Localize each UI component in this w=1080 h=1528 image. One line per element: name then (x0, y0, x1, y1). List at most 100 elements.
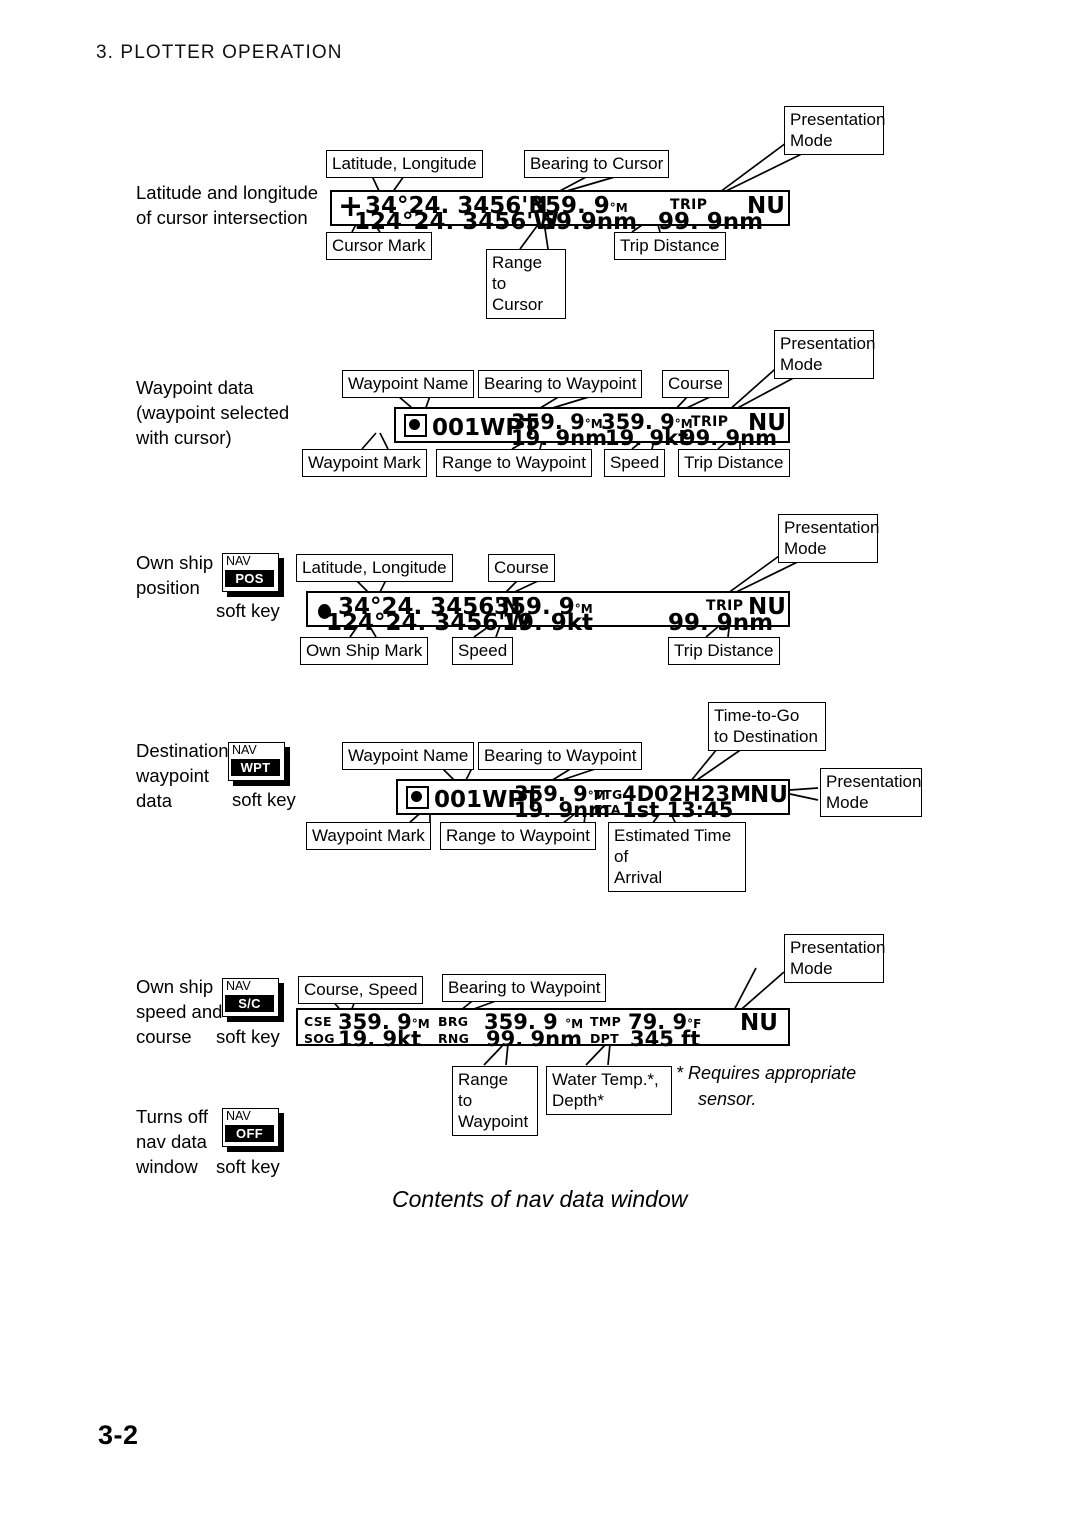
rng-value: 99. 9nm (486, 1027, 582, 1051)
callout-trip-distance-3: Trip Distance (668, 637, 780, 665)
callout-water-temp-depth: Water Temp.*, Depth* (546, 1066, 672, 1115)
callout-presentation-mode-4: Presentation Mode (820, 768, 922, 817)
callout-range-to-waypoint-2: Range to Waypoint (440, 822, 596, 850)
section-label-destination: Destination waypoint data (136, 738, 229, 813)
section-label-destination-line3: data (136, 790, 173, 811)
speed-course-presentation-mode: NU (740, 1010, 778, 1036)
callout-range-to-cursor: Range to Cursor (486, 249, 566, 319)
callout-range-to-waypoint-3-line3: Waypoint (458, 1112, 529, 1131)
manual-page: 3. PLOTTER OPERATION 3-2 Contents of nav… (0, 0, 1080, 1528)
callout-presentation-mode-5-line2: Mode (790, 959, 833, 978)
own-speed: 19. 9kt (502, 610, 594, 636)
callout-bearing-to-waypoint-2: Bearing to Waypoint (478, 742, 643, 770)
callout-range-to-waypoint-3-line1: Range (458, 1070, 509, 1089)
softkey-word-sc: soft key (216, 1026, 280, 1047)
tmp-label: TMP (590, 1014, 622, 1029)
callout-course-speed: Course, Speed (298, 976, 424, 1004)
softkey-nav-pos[interactable]: NAV POS (222, 553, 284, 597)
callout-cursor-mark: Cursor Mark (326, 232, 432, 260)
destination-eta-value: 1st 13:45 (622, 798, 734, 822)
callout-bearing-to-cursor: Bearing to Cursor (524, 150, 670, 178)
nav-data-bar-own-position: 34°24. 3456'N 124°24. 3456'W 359. 9°M 19… (306, 591, 790, 635)
waypoint-range: 19. 9nm (511, 426, 607, 450)
softkey-nav-off-top: NAV (226, 1109, 251, 1123)
cursor-longitude: 124°24. 3456'W (354, 209, 559, 235)
callout-range-to-waypoint: Range to Waypoint (436, 449, 592, 477)
callout-presentation-mode-3-line2: Mode (784, 539, 827, 558)
section-label-waypoint-line1: Waypoint data (136, 377, 254, 398)
softkey-nav-off-highlight: OFF (225, 1125, 274, 1142)
callout-presentation-mode-5: Presentation Mode (784, 934, 886, 983)
softkey-nav-pos-top: NAV (226, 554, 251, 568)
callout-trip-distance: Trip Distance (614, 232, 726, 260)
sog-label: SOG (304, 1031, 335, 1046)
callout-speed-2: Speed (452, 637, 514, 665)
softkey-nav-wpt[interactable]: NAV WPT (228, 742, 290, 786)
section-label-cursor: Latitude and longitude of cursor interse… (136, 180, 318, 230)
callout-presentation-mode-5-line1: Presentation (790, 938, 886, 957)
callout-time-to-go-line2: to Destination (714, 727, 818, 746)
section-label-nav-off: Turns off nav data window (136, 1104, 208, 1179)
cse-label: CSE (304, 1014, 332, 1029)
callout-waypoint-name: Waypoint Name (342, 370, 475, 398)
section-label-waypoint-line2: (waypoint selected (136, 402, 290, 423)
callout-time-to-go-line1: Time-to-Go (714, 706, 800, 725)
section-label-waypoint-line3: with cursor) (136, 427, 232, 448)
softkey-nav-sc-highlight: S/C (225, 995, 274, 1012)
callout-range-to-cursor-line2: Cursor (492, 295, 544, 314)
callout-presentation-mode-2: Presentation Mode (774, 330, 875, 379)
callout-presentation-mode: Presentation Mode (784, 106, 886, 155)
waypoint-mark-glyph (404, 414, 427, 437)
cursor-range: 59.9nm (540, 209, 638, 235)
destination-eta-label: ETA (594, 802, 621, 817)
waypoint-trip-value: 99. 9nm (681, 426, 777, 450)
callout-course: Course (662, 370, 729, 398)
callout-presentation-mode-4-line1: Presentation (826, 772, 922, 791)
section-label-speed-course-line2: speed and (136, 1001, 223, 1022)
callout-eta: Estimated Time of Arrival (608, 822, 746, 892)
section-label-nav-off-line1: Turns off (136, 1106, 208, 1127)
callout-bearing-to-waypoint-3: Bearing to Waypoint (442, 974, 607, 1002)
section-label-speed-course-line1: Own ship (136, 976, 214, 997)
nav-data-bar-speed-course: CSE 359. 9°M BRG 359. 9 °M TMP 79. 9°F N… (296, 1008, 790, 1050)
softkey-word-off: soft key (216, 1156, 280, 1177)
section-label-cursor-line1: Latitude and longitude (136, 182, 319, 203)
callout-eta-line1: Estimated Time of (614, 826, 732, 866)
nav-data-bar-cursor: + 34°24. 3456'N 124°24. 3456'W 359. 9°M … (330, 190, 790, 234)
callout-presentation-mode-2-line2: Mode (780, 355, 823, 374)
section-label-own-position-line1: Own ship (136, 552, 214, 573)
footnote: * Requires appropriate sensor. (676, 1060, 906, 1112)
page-number: 3-2 (98, 1420, 139, 1450)
sog-value: 19. 9kt (338, 1027, 422, 1051)
nav-data-bar-waypoint: 001WPT 359. 9°M 359. 9°M TRIP NU 19. 9nm… (394, 407, 790, 449)
callout-speed: Speed (604, 449, 666, 477)
section-label-cursor-line2: of cursor intersection (136, 207, 308, 228)
callout-presentation-mode-line2: Mode (790, 131, 833, 150)
section-label-speed-course-line3: course (136, 1026, 192, 1047)
section-label-nav-off-line3: window (136, 1156, 198, 1177)
callout-time-to-go: Time-to-Go to Destination (708, 702, 826, 751)
callout-range-to-cursor-line1: Range to (492, 253, 543, 293)
footnote-line1: * Requires appropriate (676, 1063, 857, 1083)
rng-label: RNG (438, 1031, 470, 1046)
section-label-destination-line2: waypoint (136, 765, 210, 786)
callout-range-to-waypoint-3-line2: to (458, 1091, 473, 1110)
softkey-nav-sc[interactable]: NAV S/C (222, 978, 284, 1022)
softkey-nav-pos-highlight: POS (225, 570, 274, 587)
callout-presentation-mode-line1: Presentation (790, 110, 886, 129)
cursor-presentation-mode: NU (747, 193, 785, 219)
softkey-nav-off[interactable]: NAV OFF (222, 1108, 284, 1152)
softkey-word-wpt: soft key (232, 789, 296, 810)
callout-waypoint-name-2: Waypoint Name (342, 742, 475, 770)
callout-presentation-mode-3-line1: Presentation (784, 518, 880, 537)
section-label-own-position-line2: position (136, 577, 200, 598)
section-label-nav-off-line2: nav data (136, 1131, 207, 1152)
callout-eta-line2: Arrival (614, 868, 663, 887)
callout-bearing-to-waypoint: Bearing to Waypoint (478, 370, 643, 398)
callout-presentation-mode-3: Presentation Mode (778, 514, 880, 563)
callout-water-temp-depth-line2: Depth* (552, 1091, 604, 1110)
nav-data-bar-destination: 001WPT 359. 9°M TTG 4D02H23M NU 19. 9nm … (396, 779, 790, 821)
softkey-nav-sc-top: NAV (226, 979, 251, 993)
callout-latitude-longitude: Latitude, Longitude (326, 150, 483, 178)
destination-waypoint-mark-glyph (406, 786, 429, 809)
